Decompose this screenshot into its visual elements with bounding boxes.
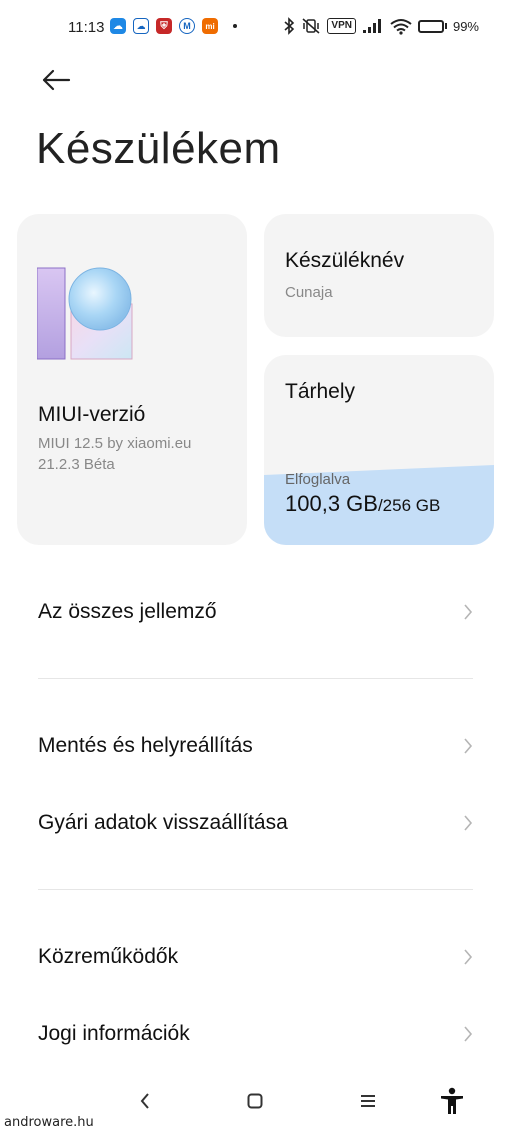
storage-amount: 100,3 GB /256 GB [285, 491, 440, 517]
chevron-right-icon [464, 815, 473, 831]
accessibility-button[interactable] [437, 1086, 467, 1116]
vpn-badge: VPN [327, 18, 356, 34]
contributors-label: Közreműködők [38, 945, 179, 968]
cloud-app-icon: ☁ [110, 18, 126, 34]
storage-used-label: Elfoglalva [285, 471, 351, 488]
storage-title: Tárhely [285, 380, 356, 403]
device-name-value: Cunaja [285, 284, 333, 301]
miui-version-line: MIUI 12.5 by xiaomi.eu [38, 435, 192, 452]
watermark: androware.hu [4, 1115, 94, 1130]
chevron-right-icon [464, 738, 473, 754]
chevron-right-icon [464, 949, 473, 965]
vibrate-muted-icon [302, 18, 320, 34]
back-button[interactable] [34, 62, 78, 98]
backup-restore-item[interactable]: Mentés és helyreállítás [0, 714, 511, 778]
device-name-title: Készüléknév [285, 249, 405, 272]
storage-total-value: /256 GB [377, 496, 441, 515]
miui-version-card[interactable]: MIUI-verzió MIUI 12.5 by xiaomi.eu 21.2.… [17, 214, 247, 545]
m-app-icon: M [179, 18, 195, 34]
chevron-right-icon [464, 604, 473, 620]
status-time: 11:13 [68, 19, 105, 36]
nav-back-icon [140, 1093, 149, 1109]
factory-reset-item[interactable]: Gyári adatok visszaállítása [0, 791, 511, 855]
bluetooth-icon [284, 17, 295, 35]
wifi-icon [390, 18, 412, 35]
status-bar: 11:13 ☁ ☁ ⛨ M mi VPN 99% [0, 0, 511, 56]
legal-info-item[interactable]: Jogi információk [0, 1002, 511, 1066]
miui-build-line: 21.2.3 Béta [38, 456, 115, 473]
chevron-right-icon [464, 1026, 473, 1042]
battery-icon [417, 19, 447, 33]
mi-app-icon: mi [202, 18, 218, 34]
divider [38, 678, 473, 679]
more-notifications-dot [233, 24, 237, 28]
nav-home-button[interactable] [240, 1086, 270, 1116]
status-indicators: VPN 99% [283, 17, 479, 35]
page-title: Készülékem [36, 124, 281, 173]
nav-menu-button[interactable] [353, 1086, 383, 1116]
nav-back-button[interactable] [130, 1086, 160, 1116]
signal-icon [362, 19, 381, 33]
shield-app-icon: ⛨ [156, 18, 172, 34]
backup-restore-label: Mentés és helyreállítás [38, 734, 253, 757]
all-specs-label: Az összes jellemző [38, 600, 217, 623]
storage-used-value: 100,3 GB [285, 491, 378, 516]
contributors-item[interactable]: Közreműködők [0, 925, 511, 989]
arrow-left-icon [42, 69, 71, 91]
battery-percent: 99% [452, 18, 479, 34]
all-specs-item[interactable]: Az összes jellemző [0, 580, 511, 644]
notification-icons: ☁ ☁ ⛨ M mi [110, 18, 237, 34]
accessibility-icon [441, 1087, 463, 1114]
miui-version-details: MIUI 12.5 by xiaomi.eu 21.2.3 Béta [38, 433, 247, 475]
divider [38, 889, 473, 890]
factory-reset-label: Gyári adatok visszaállítása [38, 811, 288, 834]
legal-info-label: Jogi információk [38, 1022, 190, 1045]
nav-menu-icon [361, 1095, 375, 1107]
miui-logo-icon [37, 267, 133, 360]
miui-version-title: MIUI-verzió [38, 403, 146, 426]
storage-card[interactable]: Tárhely Elfoglalva 100,3 GB /256 GB [264, 355, 494, 545]
device-name-card[interactable]: Készüléknév Cunaja [264, 214, 494, 337]
nav-home-icon [247, 1093, 263, 1109]
weather-icon: ☁ [133, 18, 149, 34]
